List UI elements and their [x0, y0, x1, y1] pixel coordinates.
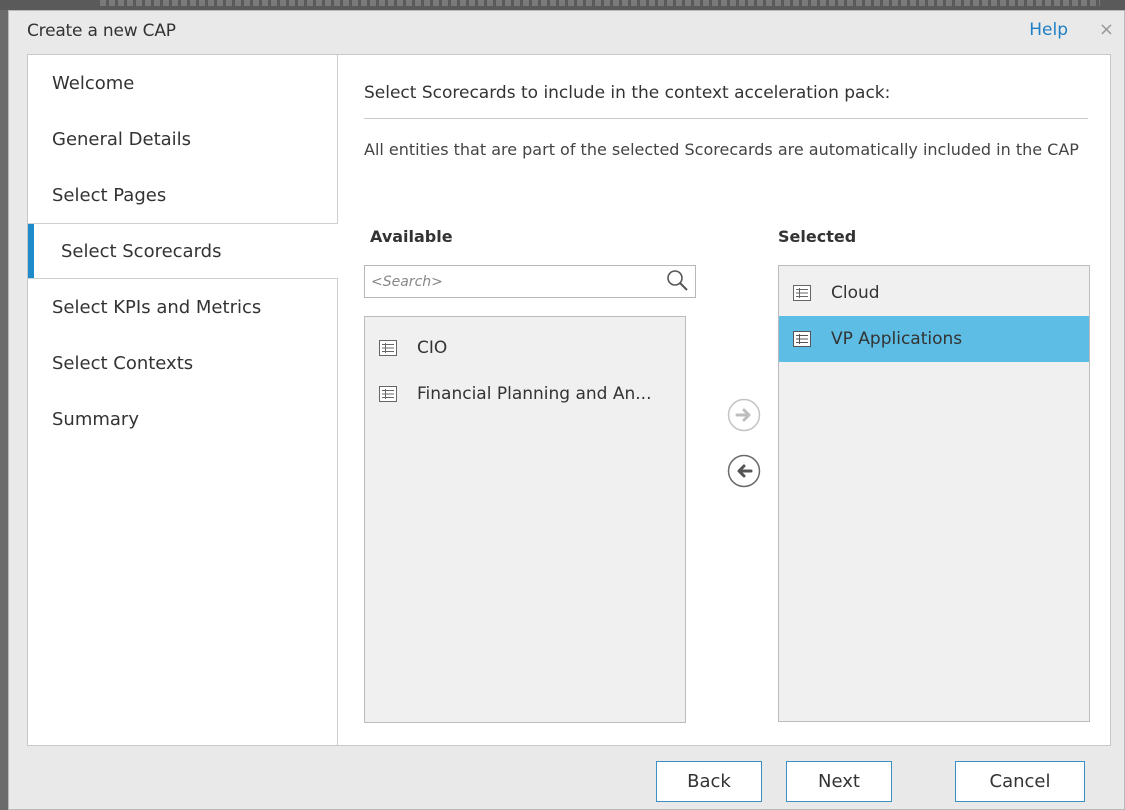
nav-item-label: Select Scorecards	[61, 240, 222, 262]
list-item-label: Cloud	[831, 283, 880, 303]
step-description: All entities that are part of the select…	[364, 140, 1079, 159]
list-item-label: Financial Planning and An...	[417, 384, 652, 404]
create-cap-dialog: Create a new CAP Help × Welcome General …	[8, 10, 1125, 810]
nav-item-select-scorecards[interactable]: Select Scorecards	[28, 223, 338, 279]
selected-list: Cloud VP Applications	[778, 265, 1090, 722]
wizard-steps-nav: Welcome General Details Select Pages Sel…	[28, 55, 338, 745]
move-left-arrow-icon[interactable]	[727, 454, 761, 488]
dialog-titlebar: Create a new CAP Help ×	[9, 11, 1124, 51]
nav-item-summary[interactable]: Summary	[28, 391, 338, 447]
nav-item-label: Select Contexts	[52, 352, 194, 374]
list-item-cio[interactable]: CIO	[365, 325, 685, 371]
cancel-button[interactable]: Cancel	[955, 761, 1085, 802]
background-window-strip	[0, 0, 1125, 10]
search-input[interactable]	[365, 266, 655, 297]
nav-item-label: Summary	[52, 408, 139, 430]
nav-item-label: Welcome	[52, 72, 135, 94]
next-button[interactable]: Next	[786, 761, 892, 802]
scorecard-icon	[793, 331, 811, 347]
nav-item-select-kpis-and-metrics[interactable]: Select KPIs and Metrics	[28, 279, 338, 335]
available-search	[364, 265, 696, 298]
list-item-financial-planning[interactable]: Financial Planning and An...	[365, 371, 685, 417]
selected-header: Selected	[778, 227, 857, 246]
step-content: Select Scorecards to include in the cont…	[338, 55, 1110, 745]
nav-item-welcome[interactable]: Welcome	[28, 55, 338, 111]
nav-item-general-details[interactable]: General Details	[28, 111, 338, 167]
dialog-title: Create a new CAP	[27, 21, 176, 41]
heading-divider	[364, 118, 1088, 119]
available-header: Available	[370, 227, 453, 246]
wizard-body: Welcome General Details Select Pages Sel…	[27, 54, 1111, 746]
scorecard-icon	[379, 386, 397, 402]
list-item-label: VP Applications	[831, 329, 963, 349]
list-item-label: CIO	[417, 338, 448, 358]
move-right-arrow-icon[interactable]	[727, 398, 761, 432]
search-icon[interactable]	[665, 268, 691, 294]
scorecard-icon	[379, 340, 397, 356]
nav-item-select-contexts[interactable]: Select Contexts	[28, 335, 338, 391]
list-item-vp-applications[interactable]: VP Applications	[779, 316, 1089, 362]
back-button[interactable]: Back	[656, 761, 762, 802]
available-list: CIO Financial Planning and An...	[364, 316, 686, 723]
nav-item-label: Select Pages	[52, 184, 167, 206]
nav-item-label: Select KPIs and Metrics	[52, 296, 262, 318]
scorecard-icon	[793, 285, 811, 301]
list-item-cloud[interactable]: Cloud	[779, 270, 1089, 316]
nav-item-select-pages[interactable]: Select Pages	[28, 167, 338, 223]
help-link[interactable]: Help	[1029, 20, 1068, 40]
step-heading: Select Scorecards to include in the cont…	[364, 83, 891, 103]
nav-item-label: General Details	[52, 128, 192, 150]
close-icon[interactable]: ×	[1099, 19, 1114, 40]
